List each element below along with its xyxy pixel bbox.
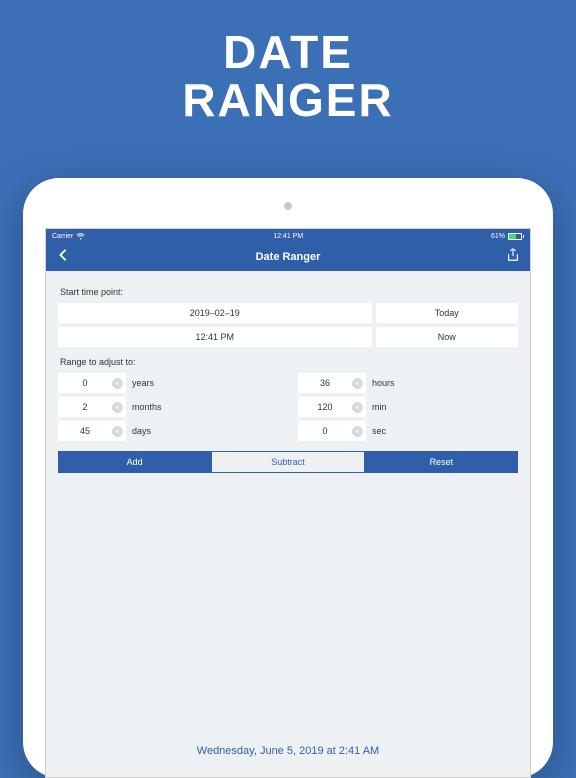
action-buttons: Add Subtract Reset [58,451,518,473]
clear-icon[interactable]: × [352,378,363,389]
today-button[interactable]: Today [376,303,519,323]
status-bar: Carrier 12:41 PM 61% [46,229,530,243]
days-input[interactable]: 45× [58,421,126,441]
clear-icon[interactable]: × [352,426,363,437]
unit-label: hours [372,378,395,388]
share-button[interactable] [506,248,520,267]
unit-label: days [132,426,151,436]
years-input[interactable]: 0× [58,373,126,393]
battery-icon [508,233,524,240]
unit-label: months [132,402,162,412]
tablet-frame: Carrier 12:41 PM 61% Date Ranger Sta [23,178,553,778]
carrier-label: Carrier [52,233,73,240]
battery-percent: 61% [491,233,505,240]
tablet-camera [284,202,292,210]
range-grid: 0× years 2× months 45× days 36× [58,373,518,441]
clear-icon[interactable]: × [352,402,363,413]
clear-icon[interactable]: × [112,426,123,437]
unit-label: min [372,402,387,412]
chevron-left-icon [56,248,70,262]
start-label: Start time point: [60,287,518,297]
min-input[interactable]: 120× [298,397,366,417]
start-time-field[interactable]: 12:41 PM [58,327,372,347]
sec-input[interactable]: 0× [298,421,366,441]
share-icon [506,248,520,262]
app-screen: Carrier 12:41 PM 61% Date Ranger Sta [45,228,531,778]
now-button[interactable]: Now [376,327,519,347]
subtract-button[interactable]: Subtract [211,451,364,473]
add-button[interactable]: Add [58,451,211,473]
clear-icon[interactable]: × [112,378,123,389]
wifi-icon [76,233,85,240]
nav-title: Date Ranger [256,251,321,263]
range-col-left: 0× years 2× months 45× days [58,373,278,441]
clear-icon[interactable]: × [112,402,123,413]
unit-label: years [132,378,154,388]
statusbar-time: 12:41 PM [273,233,303,240]
start-date-field[interactable]: 2019–02–19 [58,303,372,323]
nav-bar: Date Ranger [46,243,530,271]
promo-title: DATE RANGER [182,28,393,125]
content-area: Start time point: 2019–02–19 Today 12:41… [46,271,530,777]
range-col-right: 36× hours 120× min 0× sec [298,373,518,441]
back-button[interactable] [56,248,70,267]
months-input[interactable]: 2× [58,397,126,417]
range-label: Range to adjust to: [60,357,518,367]
hours-input[interactable]: 36× [298,373,366,393]
unit-label: sec [372,426,386,436]
reset-button[interactable]: Reset [365,451,518,473]
result-text: Wednesday, June 5, 2019 at 2:41 AM [58,745,518,757]
